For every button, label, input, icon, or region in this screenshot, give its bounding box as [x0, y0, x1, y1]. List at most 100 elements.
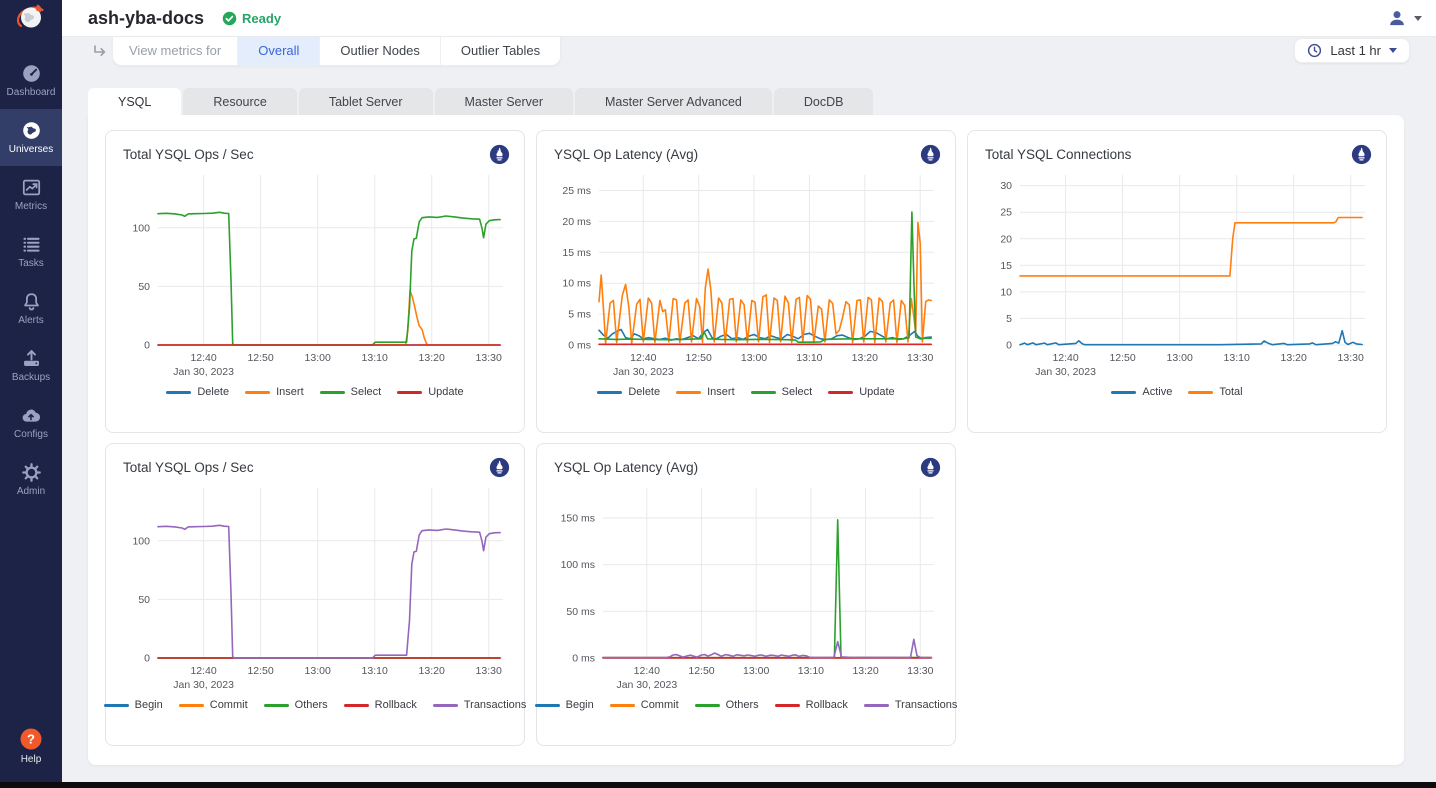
legend-label: Begin — [566, 699, 594, 711]
tab-master-server[interactable]: Master Server — [435, 88, 574, 115]
legend-item[interactable]: Delete — [597, 386, 660, 398]
scope-outlier-nodes[interactable]: Outlier Nodes — [319, 36, 439, 65]
universes-globe-icon — [21, 120, 42, 141]
tab-ysql[interactable]: YSQL — [88, 88, 181, 115]
legend-swatch — [864, 704, 889, 707]
chart-legend: Begin Commit Others Rollback Transactions — [106, 699, 524, 711]
chart-plot-area[interactable]: 12:4012:5013:0013:1013:2013:30050100Jan … — [118, 478, 512, 694]
svg-text:Jan 30, 2023: Jan 30, 2023 — [616, 679, 677, 691]
legend-item[interactable]: Insert — [676, 386, 735, 398]
sidebar-item-universes[interactable]: Universes — [0, 109, 62, 166]
svg-text:25 ms: 25 ms — [562, 185, 591, 197]
tab-docdb[interactable]: DocDB — [774, 88, 874, 115]
chevron-down-icon — [1389, 48, 1397, 53]
sidebar-item-label: Metrics — [15, 202, 47, 212]
chart-legend: Begin Commit Others Rollback Transactions — [537, 699, 955, 711]
prometheus-icon[interactable] — [920, 457, 941, 478]
prometheus-icon[interactable] — [489, 144, 510, 165]
legend-swatch — [695, 704, 720, 707]
charts-row-1: Total YSQL Ops / Sec12:4012:5013:0013:10… — [105, 130, 1387, 433]
time-range-value: Last 1 hr — [1330, 43, 1381, 58]
legend-label: Transactions — [464, 699, 527, 711]
legend-item[interactable]: Commit — [179, 699, 248, 711]
svg-text:0 ms: 0 ms — [572, 653, 595, 665]
svg-text:13:00: 13:00 — [305, 665, 331, 677]
svg-text:12:50: 12:50 — [247, 352, 273, 364]
prometheus-icon[interactable] — [920, 144, 941, 165]
sidebar-item-help[interactable]: ? Help — [0, 720, 62, 772]
sidebar-item-tasks[interactable]: Tasks — [0, 223, 62, 280]
legend-label: Commit — [641, 699, 679, 711]
legend-label: Insert — [707, 386, 735, 398]
svg-text:0: 0 — [144, 653, 150, 665]
svg-text:20: 20 — [1000, 233, 1012, 245]
return-arrow-icon — [90, 43, 108, 61]
chart-plot-area[interactable]: 12:4012:5013:0013:1013:2013:30050100Jan … — [118, 165, 512, 381]
legend-item[interactable]: Others — [264, 699, 328, 711]
chart-card: YSQL Op Latency (Avg)12:4012:5013:0013:1… — [536, 130, 956, 433]
legend-item[interactable]: Select — [320, 386, 382, 398]
svg-text:13:20: 13:20 — [419, 665, 445, 677]
sidebar-item-configs[interactable]: Configs — [0, 394, 62, 451]
legend-item[interactable]: Select — [751, 386, 813, 398]
legend-label: Update — [428, 386, 463, 398]
legend-label: Select — [351, 386, 382, 398]
sidebar-item-metrics[interactable]: Metrics — [0, 166, 62, 223]
help-icon: ? — [19, 727, 43, 751]
svg-text:13:30: 13:30 — [907, 665, 933, 677]
sidebar-item-label: Tasks — [18, 259, 44, 269]
chart-title: Total YSQL Ops / Sec — [123, 147, 254, 162]
tab-master-server-advanced[interactable]: Master Server Advanced — [575, 88, 772, 115]
legend-item[interactable]: Rollback — [344, 699, 417, 711]
chart-plot-area[interactable]: 12:4012:5013:0013:1013:2013:300 ms50 ms1… — [549, 478, 943, 694]
sidebar: Dashboard Universes Metrics — [0, 0, 62, 788]
svg-text:25: 25 — [1000, 207, 1012, 219]
legend-item[interactable]: Update — [828, 386, 894, 398]
svg-text:5 ms: 5 ms — [568, 309, 591, 321]
legend-swatch — [344, 704, 369, 707]
app-logo[interactable] — [0, 0, 62, 36]
legend-swatch — [1188, 391, 1213, 394]
legend-item[interactable]: Begin — [104, 699, 163, 711]
legend-item[interactable]: Transactions — [864, 699, 958, 711]
time-range-dropdown[interactable]: Last 1 hr — [1294, 38, 1410, 63]
scope-overall[interactable]: Overall — [237, 36, 319, 65]
legend-label: Others — [726, 699, 759, 711]
legend-item[interactable]: Insert — [245, 386, 304, 398]
status-text: Ready — [242, 11, 281, 26]
legend-item[interactable]: Begin — [535, 699, 594, 711]
metrics-tabs: YSQL Resource Tablet Server Master Serve… — [88, 88, 873, 115]
svg-text:13:30: 13:30 — [907, 352, 933, 364]
legend-label: Insert — [276, 386, 304, 398]
svg-text:12:40: 12:40 — [1052, 352, 1078, 364]
legend-item[interactable]: Commit — [610, 699, 679, 711]
sidebar-item-dashboard[interactable]: Dashboard — [0, 52, 62, 109]
chart-card: Total YSQL Ops / Sec12:4012:5013:0013:10… — [105, 130, 525, 433]
prometheus-icon[interactable] — [489, 457, 510, 478]
chart-plot-area[interactable]: 12:4012:5013:0013:1013:2013:300 ms5 ms10… — [549, 165, 943, 381]
chart-plot-area[interactable]: 12:4012:5013:0013:1013:2013:300510152025… — [980, 165, 1374, 381]
sidebar-item-alerts[interactable]: Alerts — [0, 280, 62, 337]
legend-item[interactable]: Active — [1111, 386, 1172, 398]
legend-item[interactable]: Update — [397, 386, 463, 398]
svg-text:13:20: 13:20 — [852, 352, 878, 364]
page-title: ash-yba-docs — [88, 8, 204, 29]
svg-text:12:40: 12:40 — [190, 352, 216, 364]
tab-resource[interactable]: Resource — [183, 88, 297, 115]
legend-item[interactable]: Total — [1188, 386, 1242, 398]
legend-item[interactable]: Rollback — [775, 699, 848, 711]
user-menu[interactable] — [1387, 0, 1422, 36]
sidebar-nav: Dashboard Universes Metrics — [0, 52, 62, 508]
svg-text:10: 10 — [1000, 286, 1012, 298]
legend-item[interactable]: Others — [695, 699, 759, 711]
prometheus-icon[interactable] — [1351, 144, 1372, 165]
legend-item[interactable]: Transactions — [433, 699, 527, 711]
sidebar-item-admin[interactable]: Admin — [0, 451, 62, 508]
chart-legend: Delete Insert Select Update — [106, 386, 524, 398]
sidebar-item-label: Alerts — [18, 316, 44, 326]
metrics-panel: Total YSQL Ops / Sec12:4012:5013:0013:10… — [88, 115, 1404, 765]
scope-outlier-tables[interactable]: Outlier Tables — [440, 36, 560, 65]
sidebar-item-backups[interactable]: Backups — [0, 337, 62, 394]
tab-tablet-server[interactable]: Tablet Server — [299, 88, 433, 115]
legend-item[interactable]: Delete — [166, 386, 229, 398]
